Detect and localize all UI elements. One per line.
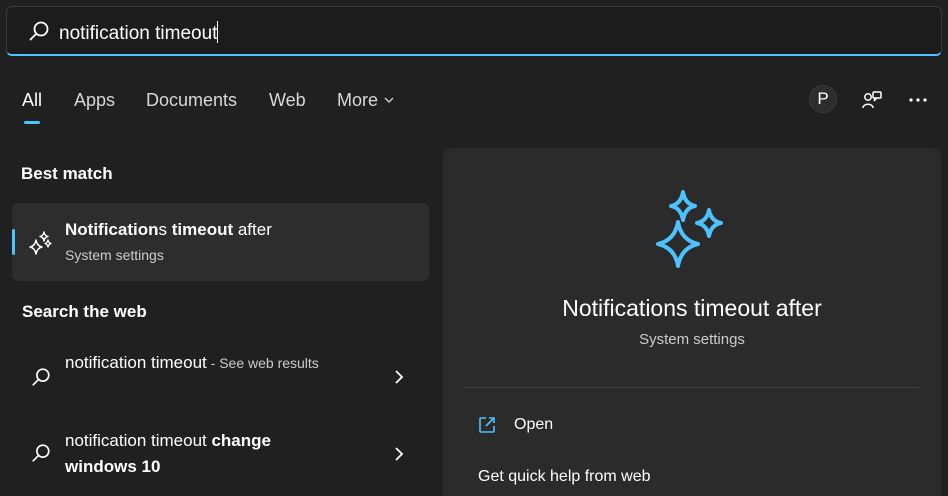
title-rest-part: s xyxy=(158,220,172,239)
chevron-right-icon xyxy=(395,370,404,384)
preview-title: Notifications timeout after xyxy=(562,295,822,321)
feedback-button[interactable] xyxy=(858,86,886,114)
feedback-icon xyxy=(862,91,882,109)
tab-more-label: More xyxy=(337,90,379,110)
title-match-part: Notification xyxy=(65,220,159,239)
search-icon xyxy=(32,444,50,462)
tab-web[interactable]: Web xyxy=(269,90,306,111)
divider xyxy=(463,387,919,388)
best-match-title: Notifications timeout after xyxy=(65,220,272,240)
filter-tabs: All Apps Documents Web More xyxy=(0,84,948,124)
quick-help-heading[interactable]: Get quick help from web xyxy=(478,468,651,486)
sparkle-icon xyxy=(656,190,723,268)
text-caret xyxy=(217,21,219,43)
search-query-text: notification timeout xyxy=(59,23,218,44)
tab-apps[interactable]: Apps xyxy=(74,90,115,111)
search-web-heading: Search the web xyxy=(22,302,147,321)
open-action[interactable]: Open xyxy=(477,413,777,439)
web-result-query: notification timeout xyxy=(65,431,212,450)
selection-indicator xyxy=(12,229,15,255)
sparkle-icon xyxy=(29,231,52,255)
avatar[interactable]: P xyxy=(809,85,837,113)
title-rest-part: after xyxy=(233,220,272,239)
preview-pane: Notifications timeout after System setti… xyxy=(443,148,941,496)
search-input[interactable]: notification timeout xyxy=(59,21,219,45)
web-result-query: notification timeout xyxy=(65,353,207,372)
best-match-subtitle: System settings xyxy=(65,247,164,263)
active-tab-indicator xyxy=(24,121,40,124)
web-result-suffix: - See web results xyxy=(206,355,319,371)
web-result-text: notification timeout change windows 10 xyxy=(65,428,305,480)
tab-documents[interactable]: Documents xyxy=(146,90,237,111)
best-match-heading: Best match xyxy=(21,164,113,183)
chevron-down-icon xyxy=(384,97,394,103)
search-icon xyxy=(32,368,50,386)
tab-all[interactable]: All xyxy=(22,90,42,111)
more-options-button[interactable] xyxy=(904,86,932,114)
search-box[interactable]: notification timeout xyxy=(6,6,942,56)
preview-subtitle: System settings xyxy=(639,331,745,348)
best-match-result[interactable]: Notifications timeout after System setti… xyxy=(12,203,429,281)
web-result-item[interactable]: notification timeout - See web results xyxy=(12,340,429,414)
search-icon xyxy=(29,21,49,41)
open-label: Open xyxy=(514,416,554,433)
web-result-item[interactable]: notification timeout change windows 10 xyxy=(12,418,429,492)
web-result-text: notification timeout - See web results xyxy=(65,350,345,376)
chevron-right-icon xyxy=(395,447,404,461)
open-external-icon xyxy=(479,417,495,433)
tab-more[interactable]: More xyxy=(337,90,394,111)
title-match-part: timeout xyxy=(171,220,234,239)
ellipsis-icon xyxy=(909,98,927,102)
